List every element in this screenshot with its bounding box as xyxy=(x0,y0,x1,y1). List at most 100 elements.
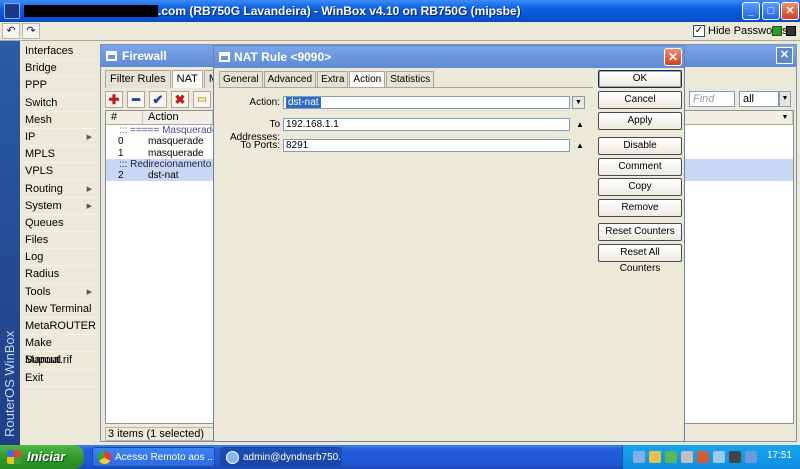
enable-check-icon[interactable]: ✔ xyxy=(149,91,167,108)
nat-rule-tabs: General Advanced Extra Action Statistics xyxy=(219,71,435,87)
nat-rule-dialog: NAT Rule <9090> ✕ General Advanced Extra… xyxy=(213,45,685,442)
sidebar-item-log[interactable]: Log xyxy=(20,249,98,267)
tray-app-icon[interactable] xyxy=(649,451,661,463)
sidebar-item-exit[interactable]: Exit xyxy=(20,370,98,387)
tray-bluetooth-icon[interactable] xyxy=(745,451,757,463)
comment-button[interactable]: Comment xyxy=(598,158,682,176)
reset-all-counters-button[interactable]: Reset All Counters xyxy=(598,244,682,274)
firewall-toolbar: ✚ ━ ✔ ✖ ▭ xyxy=(105,91,211,109)
to-ports-input[interactable]: 8291 xyxy=(283,139,570,152)
sidebar-item-label: Files xyxy=(25,234,49,247)
column-chooser-icon[interactable]: ▼ xyxy=(780,112,790,123)
main-title-bar: .com (RB750G Lavandeira) - WinBox v4.10 … xyxy=(0,0,800,22)
rule-number: 0 xyxy=(118,136,124,148)
sidebar-item-interfaces[interactable]: Interfaces xyxy=(20,43,98,61)
hide-passwords-checkbox[interactable]: ✓ xyxy=(693,25,705,37)
remove-button[interactable]: Remove xyxy=(598,199,682,217)
action-dropdown-icon[interactable]: ▼ xyxy=(572,96,585,109)
rule-action: masquerade xyxy=(148,147,204,159)
sidebar-item-vpls[interactable]: VPLS xyxy=(20,163,98,181)
volume-icon[interactable] xyxy=(729,451,741,463)
network-icon[interactable] xyxy=(633,451,645,463)
tab-advanced[interactable]: Advanced xyxy=(263,71,317,87)
nat-rule-title-bar[interactable]: NAT Rule <9090> ✕ xyxy=(214,46,684,68)
ok-button[interactable]: OK xyxy=(598,70,682,88)
window-icon xyxy=(106,51,117,61)
winbox-icon xyxy=(226,451,239,464)
tray-monitor-icon[interactable] xyxy=(713,451,725,463)
sidebar-item-label: Interfaces xyxy=(25,45,74,57)
find-input[interactable]: Find xyxy=(689,91,735,107)
to-addresses-input[interactable]: 192.168.1.1 xyxy=(283,118,570,131)
sidebar-item-radius[interactable]: Radius xyxy=(20,266,98,284)
brand-strip: RouterOS WinBox xyxy=(0,41,20,445)
start-button[interactable]: Iniciar xyxy=(0,445,84,469)
tab-nat[interactable]: NAT xyxy=(171,70,203,88)
sidebar-item-queues[interactable]: Queues xyxy=(20,215,98,233)
rule-number: 1 xyxy=(118,147,124,159)
sidebar-item-label: IP xyxy=(25,130,36,143)
taskbar-item-winbox[interactable]: admin@dyndnsrb750.... xyxy=(220,447,342,467)
tab-general[interactable]: General xyxy=(219,71,263,87)
nat-rule-close-button[interactable]: ✕ xyxy=(664,48,682,66)
sidebar-item-bridge[interactable]: Bridge xyxy=(20,60,98,78)
sidebar-item-ip[interactable]: IP ▶ xyxy=(20,129,98,147)
firewall-close-button[interactable]: ✕ xyxy=(776,47,793,64)
sidebar-item-system[interactable]: System ▶ xyxy=(20,198,98,215)
sidebar-item-switch[interactable]: Switch xyxy=(20,95,98,112)
comment-icon[interactable]: ▭ xyxy=(193,91,211,108)
tab-action[interactable]: Action xyxy=(349,71,386,87)
sidebar-item-label: New Terminal xyxy=(25,302,92,315)
close-button[interactable]: ✕ xyxy=(781,2,799,20)
sidebar-item-label: VPLS xyxy=(25,165,54,178)
sidebar-item-ppp[interactable]: PPP xyxy=(20,77,98,95)
copy-button[interactable]: Copy xyxy=(598,178,682,196)
disable-x-icon[interactable]: ✖ xyxy=(171,91,189,108)
windows-logo-icon xyxy=(7,450,21,464)
sidebar-item-metarouter[interactable]: MetaROUTER xyxy=(20,318,98,336)
sidebar-item-new-terminal[interactable]: New Terminal xyxy=(20,301,98,318)
sidebar: RouterOS WinBox Interfaces Bridge PPP Switc… xyxy=(0,41,98,445)
tray-alert-icon[interactable] xyxy=(697,451,709,463)
collapse-up-icon[interactable]: ▲ xyxy=(574,139,586,152)
minimize-button[interactable]: _ xyxy=(742,2,760,20)
column-header-number[interactable]: # xyxy=(106,111,143,124)
action-select[interactable]: dst-nat xyxy=(283,96,570,109)
sidebar-item-label: Bridge xyxy=(25,62,57,75)
lock-icon xyxy=(786,26,796,36)
sidebar-item-mesh[interactable]: Mesh xyxy=(20,112,98,129)
sidebar-item-tools[interactable]: Tools ▶ xyxy=(20,284,98,301)
to-ports-label: To Ports: xyxy=(240,140,280,151)
sidebar-item-manual[interactable]: Manual xyxy=(20,352,98,370)
sidebar-item-make-supout-rif[interactable]: Make Supout.rif xyxy=(20,335,98,366)
tab-extra[interactable]: Extra xyxy=(317,71,349,87)
main-toolbar: ↶ ↷ ✓ Hide Passwords xyxy=(0,22,800,41)
sidebar-item-mpls[interactable]: MPLS xyxy=(20,146,98,164)
sidebar-item-files[interactable]: Files xyxy=(20,232,98,250)
system-tray: 17:51 xyxy=(622,445,800,469)
apply-button[interactable]: Apply xyxy=(598,112,682,130)
filter-select[interactable]: all xyxy=(739,91,779,107)
tab-statistics[interactable]: Statistics xyxy=(386,71,435,87)
taskbar-item-browser[interactable]: Acesso Remoto aos ... xyxy=(92,447,215,467)
redo-icon[interactable]: ↷ xyxy=(22,23,40,39)
submenu-arrow-icon: ▶ xyxy=(86,288,92,296)
disable-button[interactable]: Disable xyxy=(598,137,682,155)
rule-action: masquerade xyxy=(148,136,204,148)
security-shield-icon[interactable] xyxy=(665,451,677,463)
tab-filter-rules[interactable]: Filter Rules xyxy=(105,70,171,88)
remove-icon[interactable]: ━ xyxy=(127,91,145,108)
add-icon[interactable]: ✚ xyxy=(105,91,123,108)
collapse-up-icon[interactable]: ▲ xyxy=(574,118,586,131)
undo-icon[interactable]: ↶ xyxy=(2,23,20,39)
column-header-action[interactable]: Action xyxy=(143,111,213,124)
connection-status-icon xyxy=(772,26,782,36)
clock: 17:51 xyxy=(766,450,792,461)
chevron-down-icon[interactable]: ▼ xyxy=(779,91,791,107)
action-select-value: dst-nat xyxy=(286,97,321,108)
sidebar-item-routing[interactable]: Routing ▶ xyxy=(20,181,98,198)
reset-counters-button[interactable]: Reset Counters xyxy=(598,223,682,241)
maximize-button[interactable]: □ xyxy=(762,2,780,20)
cancel-button[interactable]: Cancel xyxy=(598,91,682,109)
network-connections-icon[interactable] xyxy=(681,451,693,463)
